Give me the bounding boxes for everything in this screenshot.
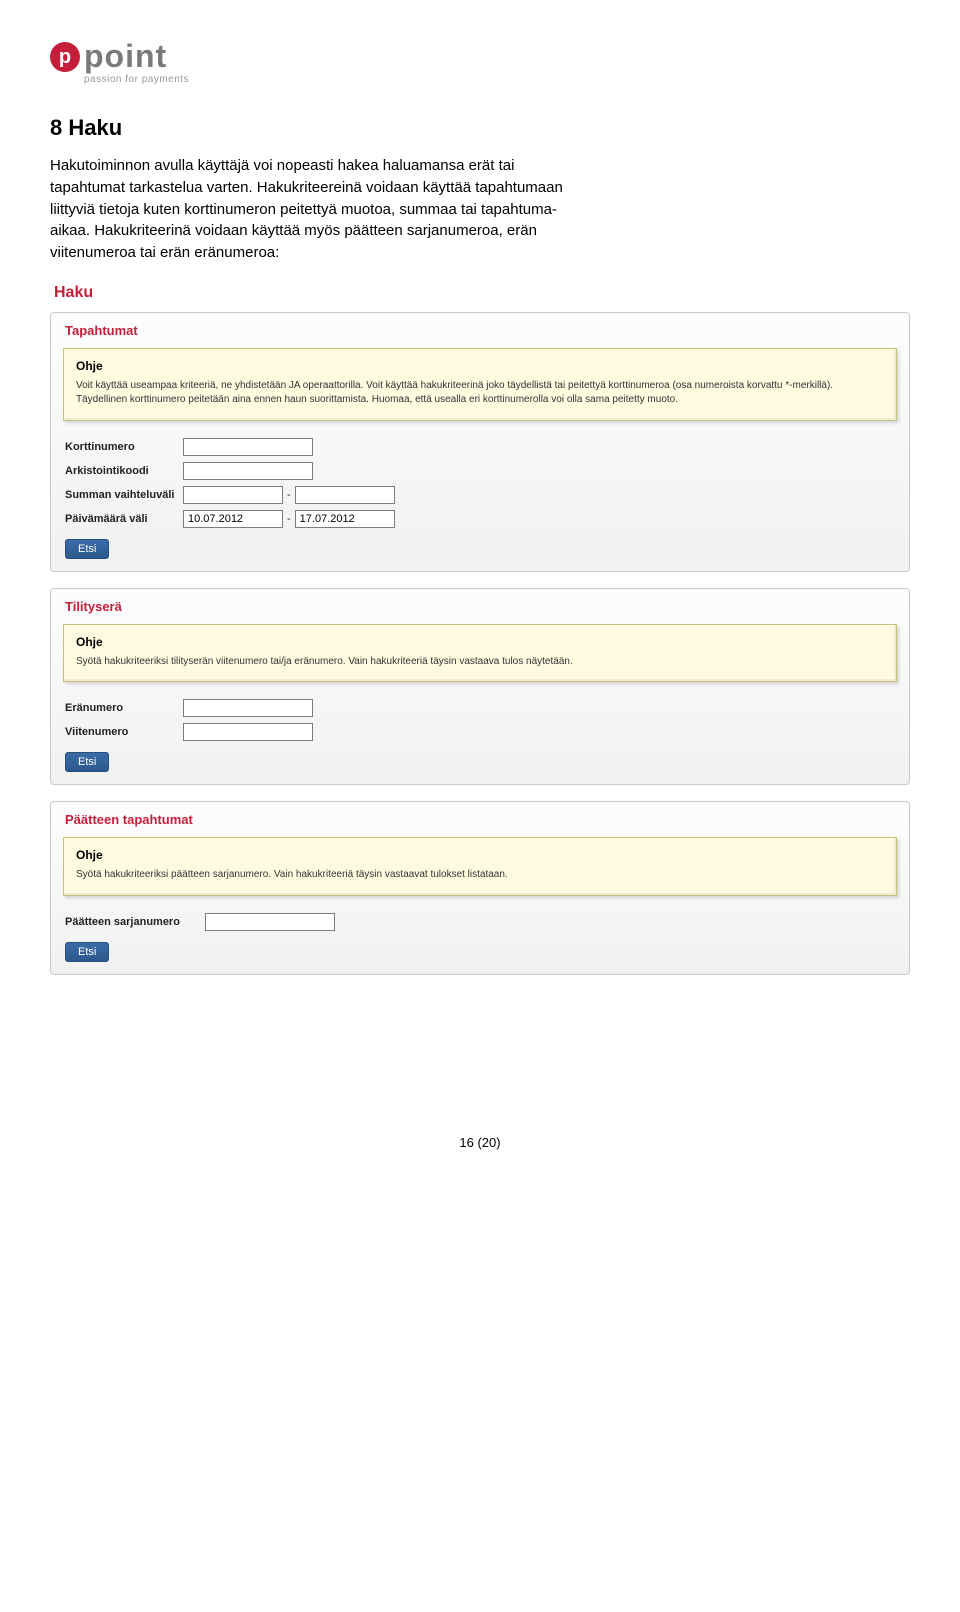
label-paivamaara: Päivämäärä väli <box>65 513 183 525</box>
logo: p point passion for payments <box>50 40 910 85</box>
input-viitenumero[interactable] <box>183 723 313 741</box>
label-korttinumero: Korttinumero <box>65 441 183 453</box>
page-number: 16 (20) <box>50 1135 910 1150</box>
label-arkistointikoodi: Arkistointikoodi <box>65 465 183 477</box>
label-eranumero: Eränumero <box>65 702 183 714</box>
logo-p-icon: p <box>50 42 80 72</box>
logo-word: point <box>84 40 189 72</box>
input-summa-to[interactable] <box>295 486 395 504</box>
panel1-title: Tapahtumat <box>51 313 909 340</box>
etsi-button-2[interactable]: Etsi <box>65 752 109 772</box>
dash-icon: - <box>283 489 295 501</box>
label-sarjanumero: Päätteen sarjanumero <box>65 916 205 928</box>
panel-tapahtumat: Tapahtumat Ohje Voit käyttää useampaa kr… <box>50 312 910 572</box>
panel2-ohje: Ohje Syötä hakukriteeriksi tilityserän v… <box>63 624 897 683</box>
label-summa: Summan vaihteluväli <box>65 489 183 501</box>
input-sarjanumero[interactable] <box>205 913 335 931</box>
panel3-ohje-title: Ohje <box>76 848 884 862</box>
input-arkistointikoodi[interactable] <box>183 462 313 480</box>
panel-paatteen-tapahtumat: Päätteen tapahtumat Ohje Syötä hakukrite… <box>50 801 910 975</box>
etsi-button-1[interactable]: Etsi <box>65 539 109 559</box>
panel2-title: Tilityserä <box>51 589 909 616</box>
body-paragraph: Hakutoiminnon avulla käyttäjä voi nopeas… <box>50 155 590 264</box>
panel2-ohje-text: Syötä hakukriteeriksi tilityserän viiten… <box>76 655 884 670</box>
app-title: Haku <box>54 284 910 302</box>
logo-tagline: passion for payments <box>84 74 189 85</box>
section-heading: 8 Haku <box>50 115 910 141</box>
dash-icon: - <box>283 513 295 525</box>
panel1-ohje-text: Voit käyttää useampaa kriteeriä, ne yhdi… <box>76 379 884 408</box>
input-date-to[interactable] <box>295 510 395 528</box>
panel-tilitysera: Tilityserä Ohje Syötä hakukriteeriksi ti… <box>50 588 910 786</box>
label-viitenumero: Viitenumero <box>65 726 183 738</box>
panel3-ohje-text: Syötä hakukriteeriksi päätteen sarjanume… <box>76 868 884 883</box>
panel2-ohje-title: Ohje <box>76 635 884 649</box>
panel1-ohje-title: Ohje <box>76 359 884 373</box>
input-eranumero[interactable] <box>183 699 313 717</box>
input-korttinumero[interactable] <box>183 438 313 456</box>
panel3-ohje: Ohje Syötä hakukriteeriksi päätteen sarj… <box>63 837 897 896</box>
panel1-ohje: Ohje Voit käyttää useampaa kriteeriä, ne… <box>63 348 897 421</box>
input-summa-from[interactable] <box>183 486 283 504</box>
input-date-from[interactable] <box>183 510 283 528</box>
etsi-button-3[interactable]: Etsi <box>65 942 109 962</box>
panel3-title: Päätteen tapahtumat <box>51 802 909 829</box>
